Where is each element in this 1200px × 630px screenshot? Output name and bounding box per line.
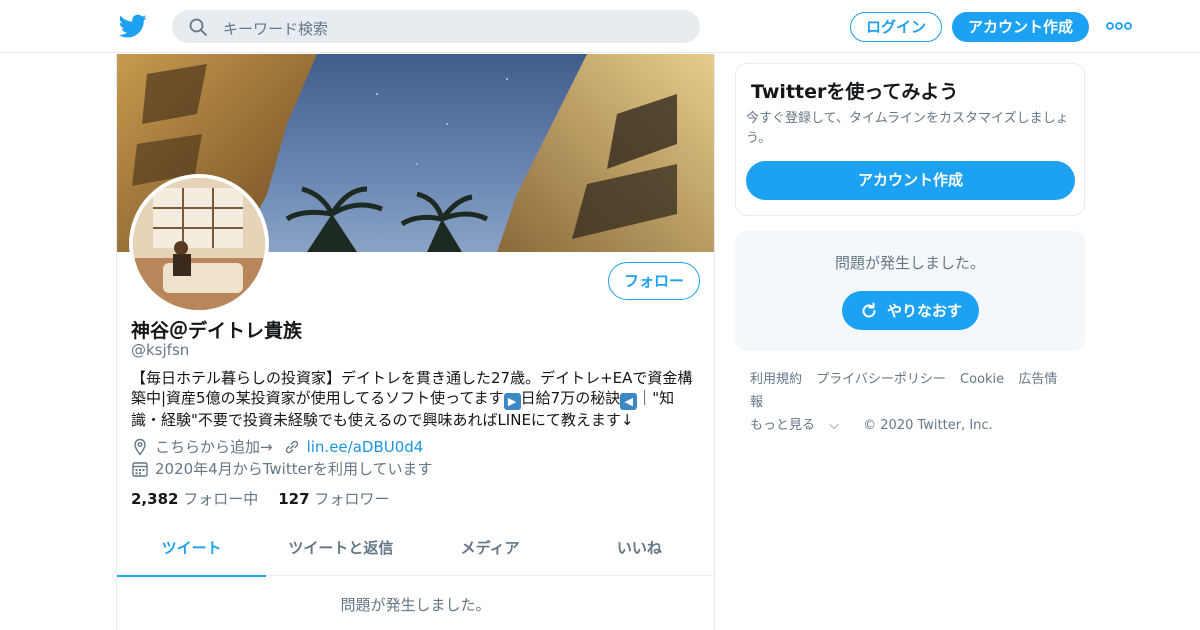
following-label: フォロー中: [183, 490, 259, 508]
reverse-emoji-icon: ◀: [620, 393, 638, 410]
following-count: 2,382: [131, 490, 179, 508]
location-icon: [134, 438, 146, 456]
tab-tweets[interactable]: ツイート: [117, 524, 267, 577]
profile-tabs: ツイート ツイートと返信 メディア いいね: [117, 524, 714, 577]
more-dots-icon[interactable]: [1106, 20, 1132, 32]
profile-name: 神谷＠デイトレ貴族: [131, 320, 303, 342]
footer-link-privacy[interactable]: プライバシーポリシー: [816, 372, 946, 387]
footer-more-label: もっと見る: [750, 418, 816, 433]
tab-media[interactable]: メディア: [416, 524, 565, 575]
footer-copyright: © 2020 Twitter, Inc.: [863, 418, 993, 433]
timeline-error-message: 問題が発生しました。: [340, 596, 491, 614]
refresh-icon: [862, 302, 876, 317]
footer-more-link[interactable]: もっと見る ⌵: [750, 418, 849, 433]
calendar-icon: [132, 461, 148, 477]
create-account-button[interactable]: アカウント作成: [746, 161, 1075, 200]
tab-likes[interactable]: いいね: [565, 524, 714, 575]
profile-joined-date: 2020年4月からTwitterを利用しています: [155, 460, 433, 478]
profile-joined-row: 2020年4月からTwitterを利用しています: [131, 458, 433, 479]
profile-column: フォロー 神谷＠デイトレ貴族 @ksjfsn 【毎日ホテル暮らしの投資家】デイト…: [116, 54, 715, 630]
profile-bio: 【毎日ホテル暮らしの投資家】デイトレを貫き通した27歳。デイトレ+EAで資金構築…: [131, 368, 701, 430]
followers-count: 127: [278, 490, 310, 508]
retry-label: やりなおす: [886, 302, 962, 320]
search-box[interactable]: キーワード検索: [172, 10, 700, 43]
followers-stat[interactable]: 127 フォロワー: [278, 488, 389, 509]
follow-button[interactable]: フォロー: [608, 262, 700, 300]
sidebar-error-message: 問題が発生しました。: [834, 254, 985, 272]
footer-link-terms[interactable]: 利用規約: [750, 372, 802, 387]
profile-url-link[interactable]: lin.ee/aDBU0d4: [307, 438, 424, 456]
retry-button[interactable]: やりなおす: [842, 291, 979, 330]
sidebar-error-card: 問題が発生しました。 やりなおす: [735, 231, 1085, 351]
top-navigation-bar: キーワード検索 ログイン アカウント作成: [0, 0, 1200, 53]
following-stat[interactable]: 2,382 フォロー中: [131, 488, 258, 509]
chevron-down-icon: ⌵: [829, 418, 840, 433]
link-icon: [285, 440, 298, 453]
signup-button[interactable]: アカウント作成: [952, 12, 1089, 42]
signup-card-subtitle: 今すぐ登録して、タイムラインをカスタマイズしましょう。: [746, 111, 1069, 146]
search-input[interactable]: キーワード検索: [223, 18, 328, 39]
search-icon: [189, 18, 207, 36]
profile-meta-row: こちらから追加→ lin.ee/aDBU0d4: [131, 436, 423, 457]
twitter-bird-icon[interactable]: [119, 12, 147, 40]
profile-stats: 2,382 フォロー中 127 フォロワー: [131, 488, 409, 509]
avatar-photo: [133, 178, 265, 310]
profile-handle[interactable]: @ksjfsn: [131, 341, 189, 359]
sidebar-footer: 利用規約 プライバシーポリシー Cookie 広告情報 もっと見る ⌵ © 20…: [750, 368, 1080, 437]
bio-text-2: 日給7万の秘訣: [520, 389, 621, 407]
play-emoji-icon: ▶: [503, 393, 521, 410]
signup-promo-card: Twitterを使ってみよう 今すぐ登録して、タイムラインをカスタマイズしましょ…: [735, 63, 1085, 216]
signup-card-title: Twitterを使ってみよう: [751, 81, 959, 103]
login-button[interactable]: ログイン: [850, 12, 942, 42]
profile-avatar[interactable]: [129, 174, 269, 314]
tab-tweets-and-replies[interactable]: ツイートと返信: [266, 524, 415, 575]
followers-label: フォロワー: [314, 490, 390, 508]
footer-link-cookie[interactable]: Cookie: [960, 372, 1004, 387]
profile-location: こちらから追加→: [155, 438, 273, 456]
